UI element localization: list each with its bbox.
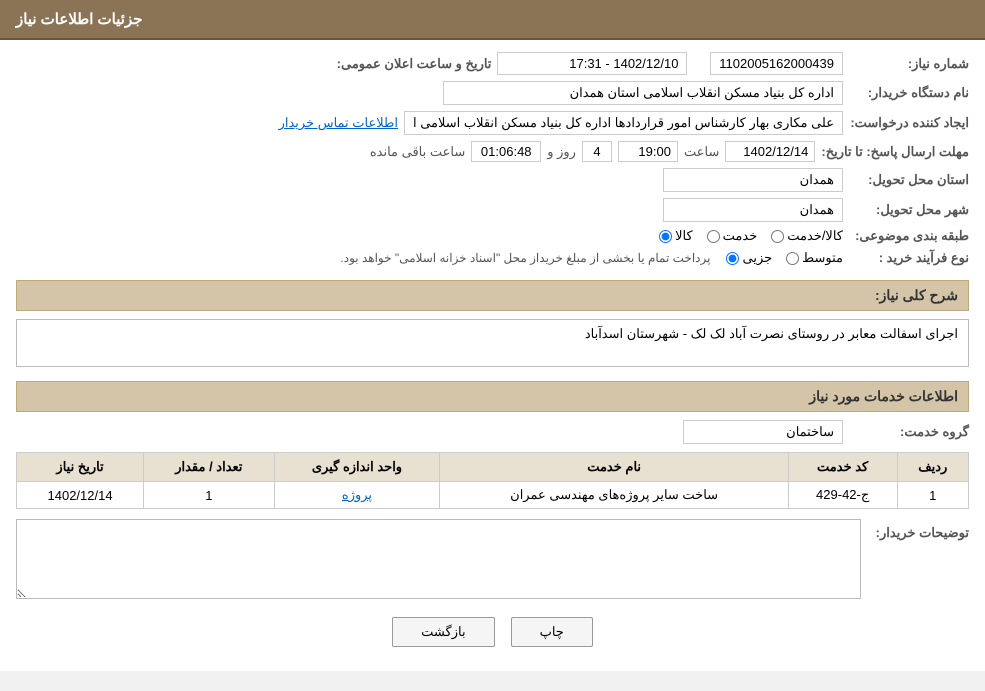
category-kala-khadamat: کالا/خدمت: [771, 228, 843, 244]
process-jozvi: جزیی: [726, 250, 772, 266]
deadline-label: مهلت ارسال پاسخ: تا تاریخ:: [821, 144, 969, 160]
city-row: شهر محل تحویل: همدان: [16, 198, 969, 222]
col-unit: واحد اندازه گیری: [274, 453, 440, 482]
service-group-row: گروه خدمت: ساختمان: [16, 420, 969, 444]
general-desc-value: اجرای اسفالت معابر در روستای نصرت آباد ل…: [16, 319, 969, 367]
deadline-time: 19:00: [618, 141, 678, 162]
buyer-org-label: نام دستگاه خریدار:: [849, 85, 969, 101]
general-desc-section-title: شرح کلی نیاز:: [16, 280, 969, 311]
process-motavaset-radio[interactable]: [786, 252, 799, 265]
col-code: کد خدمت: [788, 453, 897, 482]
buyer-desc-row: توضیحات خریدار:: [16, 519, 969, 599]
process-jozvi-radio[interactable]: [726, 252, 739, 265]
col-date: تاریخ نیاز: [17, 453, 144, 482]
category-radio-group: کالا/خدمت خدمت کالا: [659, 228, 843, 244]
process-motavaset: متوسط: [786, 250, 843, 266]
print-button[interactable]: چاپ: [511, 617, 593, 647]
category-khadamat-label: خدمت: [723, 228, 758, 244]
process-radio-group: متوسط جزیی: [726, 250, 843, 266]
deadline-row: مهلت ارسال پاسخ: تا تاریخ: 1402/12/14 سا…: [16, 141, 969, 162]
process-jozvi-label: جزیی: [742, 250, 772, 266]
header-bar: جزئیات اطلاعات نیاز: [0, 0, 985, 40]
creator-label: ایجاد کننده درخواست:: [849, 115, 969, 131]
process-row: نوع فرآیند خرید : متوسط جزیی پرداخت تمام…: [16, 250, 969, 266]
deadline-remaining: 01:06:48: [471, 141, 541, 162]
page-container: جزئیات اطلاعات نیاز شماره نیاز: 11020051…: [0, 0, 985, 671]
buyer-desc-label: توضیحات خریدار:: [869, 519, 969, 541]
category-kala-radio[interactable]: [659, 230, 672, 243]
service-info-title: اطلاعات خدمات مورد نیاز: [16, 381, 969, 412]
request-number-value: 1102005162000439: [710, 52, 843, 75]
service-group-value: ساختمان: [683, 420, 843, 444]
buyer-desc-textarea[interactable]: [16, 519, 861, 599]
creator-row: ایجاد کننده درخواست: علی مکاری بهار کارش…: [16, 111, 969, 135]
deadline-days-label: روز و: [547, 144, 576, 160]
general-desc-label: شرح کلی نیاز:: [875, 287, 958, 303]
cell-code: ج-42-429: [788, 482, 897, 509]
buyer-org-value: اداره کل بنیاد مسکن انقلاب اسلامی استان …: [443, 81, 843, 105]
creator-link[interactable]: اطلاعات تماس خریدار: [279, 115, 398, 131]
category-kala-label: کالا: [675, 228, 693, 244]
category-label: طبقه بندی موضوعی:: [849, 228, 969, 244]
process-label: نوع فرآیند خرید :: [849, 250, 969, 266]
deadline-date: 1402/12/14: [725, 141, 815, 162]
city-value: همدان: [663, 198, 843, 222]
col-row: ردیف: [897, 453, 968, 482]
service-group-label: گروه خدمت:: [849, 424, 969, 440]
bottom-buttons: چاپ بازگشت: [16, 617, 969, 647]
col-name: نام خدمت: [440, 453, 788, 482]
col-quantity: تعداد / مقدار: [144, 453, 274, 482]
category-kala-khadamat-label: کالا/خدمت: [787, 228, 843, 244]
cell-unit[interactable]: پروژه: [274, 482, 440, 509]
province-label: استان محل تحویل:: [849, 172, 969, 188]
main-content: شماره نیاز: 1102005162000439 1402/12/10 …: [0, 40, 985, 671]
cell-quantity: 1: [144, 482, 274, 509]
province-row: استان محل تحویل: همدان: [16, 168, 969, 192]
buyer-org-row: نام دستگاه خریدار: اداره کل بنیاد مسکن ا…: [16, 81, 969, 105]
category-kala-khadamat-radio[interactable]: [771, 230, 784, 243]
request-number-label: شماره نیاز:: [849, 56, 969, 72]
category-khadamat-radio[interactable]: [707, 230, 720, 243]
request-number-row: شماره نیاز: 1102005162000439 1402/12/10 …: [16, 52, 969, 75]
cell-row: 1: [897, 482, 968, 509]
deadline-days: 4: [582, 141, 612, 162]
city-label: شهر محل تحویل:: [849, 202, 969, 218]
cell-date: 1402/12/14: [17, 482, 144, 509]
announce-datetime-label: تاریخ و ساعت اعلان عمومی:: [337, 56, 492, 72]
deadline-time-label: ساعت: [684, 144, 719, 160]
process-motavaset-label: متوسط: [802, 250, 843, 266]
announce-datetime-value: 1402/12/10 - 17:31: [497, 52, 687, 75]
cell-name: ساخت سایر پروژه‌های مهندسی عمران: [440, 482, 788, 509]
province-value: همدان: [663, 168, 843, 192]
process-note: پرداخت تمام یا بخشی از مبلغ خریداز محل "…: [340, 251, 710, 265]
category-khadamat: خدمت: [707, 228, 758, 244]
deadline-remaining-label: ساعت باقی مانده: [370, 144, 465, 160]
category-kala: کالا: [659, 228, 693, 244]
table-row: 1 ج-42-429 ساخت سایر پروژه‌های مهندسی عم…: [17, 482, 969, 509]
creator-value: علی مکاری بهار کارشناس امور قراردادها اد…: [404, 111, 843, 135]
service-table: ردیف کد خدمت نام خدمت واحد اندازه گیری ت…: [16, 452, 969, 509]
page-title: جزئیات اطلاعات نیاز: [16, 11, 143, 28]
back-button[interactable]: بازگشت: [392, 617, 494, 647]
category-row: طبقه بندی موضوعی: کالا/خدمت خدمت کالا: [16, 228, 969, 244]
